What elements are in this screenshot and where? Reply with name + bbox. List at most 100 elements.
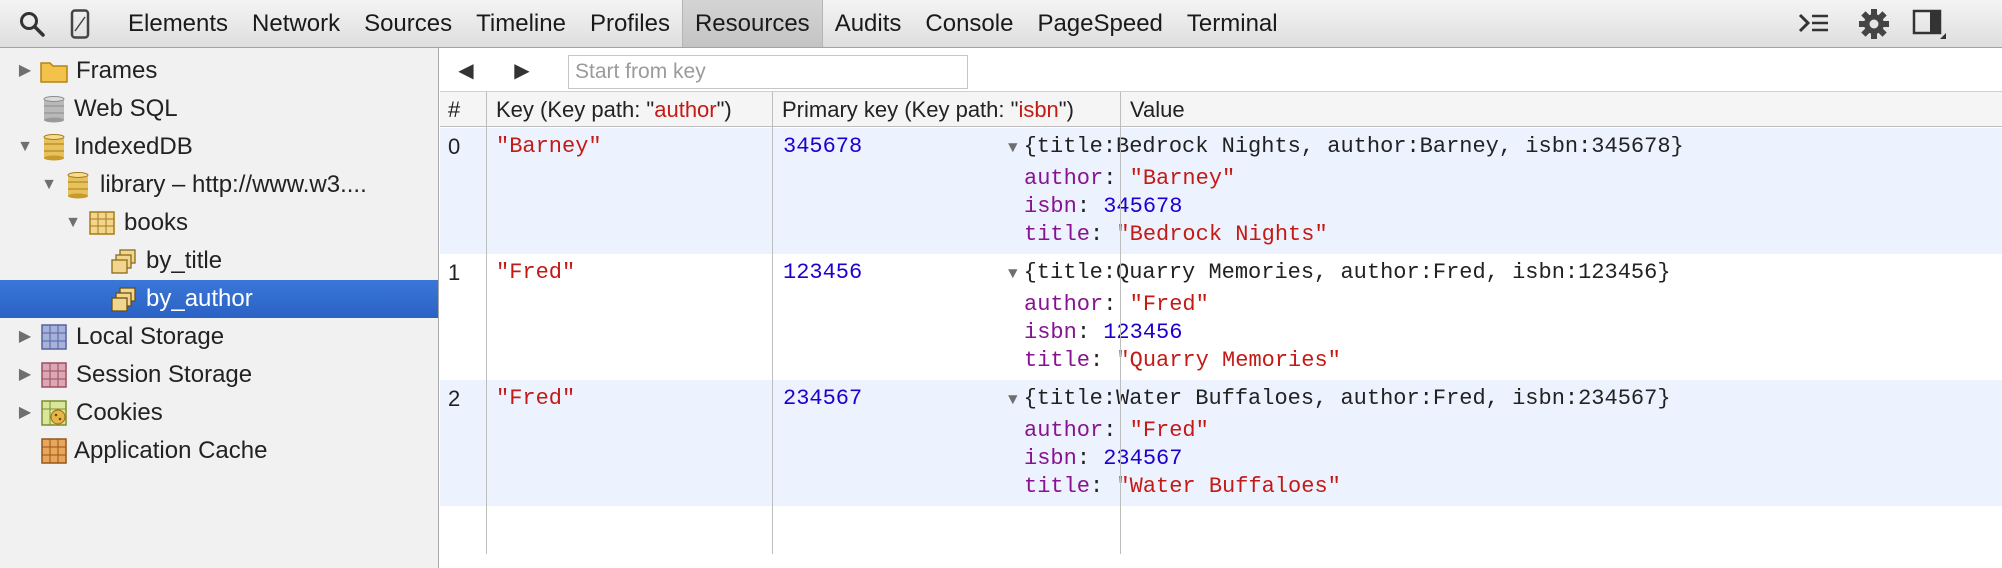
column-header-key-suffix: ") [716, 97, 732, 122]
column-divider[interactable] [1120, 92, 1121, 554]
property-name: author [1024, 292, 1104, 317]
tab-resources[interactable]: Resources [681, 0, 823, 47]
sidebar-item-label: Frames [76, 57, 158, 84]
sidebar-item-cookies[interactable]: ▶ Cookies [0, 394, 438, 432]
column-header-key[interactable]: Key (Key path: "author") [488, 92, 732, 127]
column-divider[interactable] [772, 92, 773, 554]
sidebar-item-label: Local Storage [76, 323, 225, 350]
sidebar-item-label: by_author [146, 285, 253, 312]
sidebar-item-books-store[interactable]: ▼ books [0, 204, 438, 242]
sidebar-item-session-storage[interactable]: ▶ Session Storage [0, 356, 438, 394]
row-primary-key: 234567 [783, 386, 863, 411]
tab-profiles[interactable]: Profiles [578, 0, 682, 47]
object-summary[interactable]: ▼ {title:Quarry Memories, author:Fred, is… [1008, 260, 1671, 285]
property-value: "Bedrock Nights" [1116, 222, 1328, 247]
object-property: author: "Fred" [1024, 292, 1209, 317]
sidebar-item-label: Cookies [76, 399, 163, 426]
row-key: "Fred" [496, 386, 576, 411]
tab-timeline[interactable]: Timeline [464, 0, 578, 47]
column-header-primary-key[interactable]: Primary key (Key path: "isbn") [774, 92, 1074, 127]
local-storage-icon [40, 323, 68, 351]
row-index: 1 [448, 260, 461, 285]
tab-audits[interactable]: Audits [823, 0, 914, 47]
row-index: 0 [448, 134, 461, 159]
property-name: author [1024, 166, 1104, 191]
sidebar-item-index-by-author[interactable]: by_author [0, 280, 438, 318]
sidebar-item-local-storage[interactable]: ▶ Local Storage [0, 318, 438, 356]
tab-console[interactable]: Console [913, 0, 1025, 47]
expand-triangle-icon[interactable]: ▼ [1008, 265, 1018, 283]
column-header-value[interactable]: Value [1122, 92, 1185, 127]
tab-elements[interactable]: Elements [116, 0, 240, 47]
console-drawer-icon[interactable] [1796, 6, 1832, 42]
row-index: 2 [448, 386, 461, 411]
start-from-key-input[interactable] [568, 55, 968, 89]
object-property: title: "Quarry Memories" [1024, 348, 1341, 373]
expand-triangle-icon[interactable]: ▼ [1008, 391, 1018, 409]
sidebar-item-library-db[interactable]: ▼ library – http://www.w3.... [0, 166, 438, 204]
sidebar-item-application-cache[interactable]: Application Cache [0, 432, 438, 470]
search-icon[interactable] [14, 6, 50, 42]
indexeddb-data-view: ◀ ▶ # Key (Key path: "author") Primary k… [440, 48, 2002, 568]
cookie-icon [40, 399, 68, 427]
tab-pagespeed[interactable]: PageSpeed [1025, 0, 1174, 47]
object-summary-text: {title:Bedrock Nights, author:Barney, is… [1023, 134, 1684, 159]
object-property: title: "Bedrock Nights" [1024, 222, 1328, 247]
panel-tabs: Elements Network Sources Timeline Profil… [116, 0, 1290, 47]
database-icon [64, 171, 92, 199]
session-storage-icon [40, 361, 68, 389]
collapse-triangle-icon[interactable]: ▼ [64, 204, 82, 242]
sidebar-item-frames[interactable]: ▶ Frames [0, 52, 438, 90]
property-name: title [1024, 348, 1091, 373]
sidebar-item-indexeddb[interactable]: ▼ IndexedDB [0, 128, 438, 166]
object-property: title: "Water Buffaloes" [1024, 474, 1341, 499]
expand-triangle-icon[interactable]: ▶ [16, 318, 34, 356]
object-property: isbn: 123456 [1024, 320, 1183, 345]
property-value: "Fred" [1129, 418, 1209, 443]
index-icon [110, 247, 138, 275]
next-page-icon[interactable]: ▶ [508, 56, 536, 84]
object-summary[interactable]: ▼ {title:Bedrock Nights, author:Barney, i… [1008, 134, 1684, 159]
table-row[interactable]: 1 "Fred" 123456 ▼ {title:Quarry Memories,… [440, 254, 2002, 380]
tab-network[interactable]: Network [240, 0, 352, 47]
table-row[interactable]: 2 "Fred" 234567 ▼ {title:Water Buffaloes,… [440, 380, 2002, 506]
object-property: author: "Barney" [1024, 166, 1236, 191]
gear-icon[interactable] [1856, 6, 1892, 42]
expand-triangle-icon[interactable]: ▶ [16, 356, 34, 394]
sidebar-item-index-by-title[interactable]: by_title [0, 242, 438, 280]
database-icon [40, 133, 68, 161]
object-summary[interactable]: ▼ {title:Water Buffaloes, author:Fred, is… [1008, 386, 1671, 411]
previous-page-icon[interactable]: ◀ [452, 56, 480, 84]
data-view-toolbar: ◀ ▶ [440, 48, 2002, 92]
column-header-pk-prefix: Primary key (Key path: " [782, 97, 1019, 122]
expand-triangle-icon[interactable]: ▼ [1008, 139, 1018, 157]
property-value: "Fred" [1129, 292, 1209, 317]
sidebar-item-web-sql[interactable]: Web SQL [0, 90, 438, 128]
collapse-triangle-icon[interactable]: ▼ [40, 166, 58, 204]
sidebar-item-label: library – http://www.w3.... [100, 171, 367, 198]
column-header-key-path: author [654, 97, 717, 122]
property-value: "Barney" [1129, 166, 1236, 191]
column-header-index[interactable]: # [440, 92, 486, 127]
row-primary-key: 345678 [783, 134, 863, 159]
sidebar-item-label: Web SQL [74, 95, 178, 122]
column-divider[interactable] [486, 92, 487, 554]
sidebar-item-label: Application Cache [74, 437, 268, 464]
object-store-icon [88, 209, 116, 237]
property-name: title [1024, 222, 1091, 247]
property-value: 345678 [1103, 194, 1183, 219]
property-value: "Water Buffaloes" [1116, 474, 1341, 499]
sidebar-item-label: IndexedDB [74, 133, 193, 160]
tab-terminal[interactable]: Terminal [1175, 0, 1290, 47]
expand-triangle-icon[interactable]: ▶ [16, 52, 34, 90]
row-key: "Fred" [496, 260, 576, 285]
dock-side-icon[interactable] [1912, 6, 1948, 42]
device-mode-icon[interactable] [62, 6, 98, 42]
resources-sidebar: ▶ Frames Web SQL ▼ IndexedDB ▼ library –… [0, 48, 439, 568]
column-header-pk-path: isbn [1018, 97, 1059, 122]
expand-triangle-icon[interactable]: ▶ [16, 394, 34, 432]
collapse-triangle-icon[interactable]: ▼ [16, 128, 34, 166]
property-name: title [1024, 474, 1091, 499]
tab-sources[interactable]: Sources [352, 0, 464, 47]
table-row[interactable]: 0 "Barney" 345678 ▼ {title:Bedrock Nights… [440, 128, 2002, 254]
